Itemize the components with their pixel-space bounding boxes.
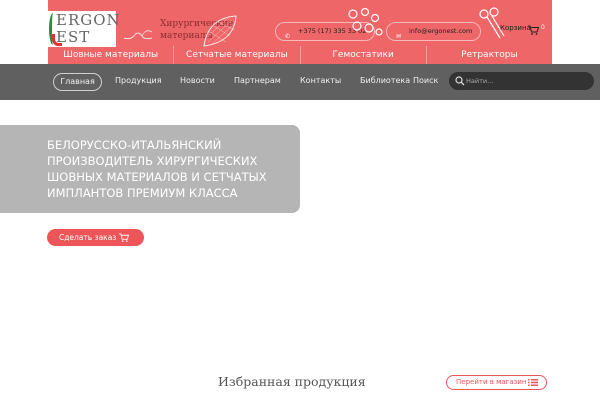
category-hemostatics[interactable]: Гемостатики bbox=[299, 46, 426, 64]
cart-icon bbox=[119, 233, 129, 242]
mesh-leaf-icon bbox=[203, 15, 237, 47]
hero-line-1: БЕЛОРУССКО-ИТАЛЬЯНСКИЙ bbox=[47, 138, 222, 152]
category-retractors[interactable]: Ретракторы bbox=[425, 46, 552, 64]
cart-label: Корзина bbox=[500, 24, 531, 32]
cart-icon[interactable] bbox=[528, 25, 539, 35]
phone-icon: ✆ bbox=[285, 33, 291, 40]
hero-line-2: ПРОИЗВОДИТЕЛЬ ХИРУРГИЧЕСКИХ bbox=[47, 154, 258, 168]
search-label: Поиск bbox=[413, 76, 439, 85]
logo-line-1: ERGON bbox=[56, 11, 121, 29]
order-button-label: Сделать заказ bbox=[59, 233, 117, 242]
search-icon[interactable] bbox=[455, 76, 465, 86]
category-bar: Шовные материалы Сетчатые материалы Гемо… bbox=[48, 46, 552, 64]
search-input[interactable] bbox=[466, 72, 586, 90]
nav-item-contacts[interactable]: Контакты bbox=[300, 74, 341, 88]
go-to-shop-button[interactable]: Перейти в магазин bbox=[446, 375, 547, 390]
nav-item-news[interactable]: Новости bbox=[180, 74, 215, 88]
nav-item-partners[interactable]: Партнерам bbox=[234, 74, 281, 88]
hero-headline: БЕЛОРУССКО-ИТАЛЬЯНСКИЙ ПРОИЗВОДИТЕЛЬ ХИР… bbox=[47, 137, 297, 201]
hero-line-4: ИМПЛАНТОВ ПРЕМИУМ КЛАССА bbox=[47, 186, 238, 200]
email-address: info@ergonest.com bbox=[409, 27, 473, 35]
logo-text[interactable]: ERGON EST bbox=[56, 12, 121, 46]
list-icon bbox=[528, 379, 538, 386]
logo-line-2: EST bbox=[56, 28, 91, 46]
beads-icon bbox=[348, 7, 383, 36]
order-button[interactable]: Сделать заказ bbox=[47, 229, 144, 246]
mail-icon: ✉ bbox=[396, 33, 402, 40]
hero-line-3: ШОВНЫХ МАТЕРИАЛОВ И СЕТЧАТЫХ bbox=[47, 170, 267, 184]
featured-products-title: Избранная продукция bbox=[218, 374, 366, 389]
nav-item-library[interactable]: Библиотека bbox=[360, 74, 410, 88]
suture-needle-icon bbox=[123, 30, 153, 40]
category-suture-materials[interactable]: Шовные материалы bbox=[48, 46, 173, 64]
cart-link[interactable]: Корзина bbox=[500, 24, 531, 32]
cart-count-badge: 0 bbox=[541, 24, 545, 31]
email-pill[interactable]: ✉ info@ergonest.com bbox=[386, 22, 481, 41]
nav-item-home[interactable]: Главная bbox=[53, 73, 102, 91]
page: ERGON EST Хирургические материалы ✆ +375… bbox=[0, 0, 600, 400]
category-mesh-materials[interactable]: Сетчатые материалы bbox=[173, 46, 299, 64]
nav-item-products[interactable]: Продукция bbox=[115, 74, 162, 88]
go-to-shop-label: Перейти в магазин bbox=[456, 378, 527, 386]
